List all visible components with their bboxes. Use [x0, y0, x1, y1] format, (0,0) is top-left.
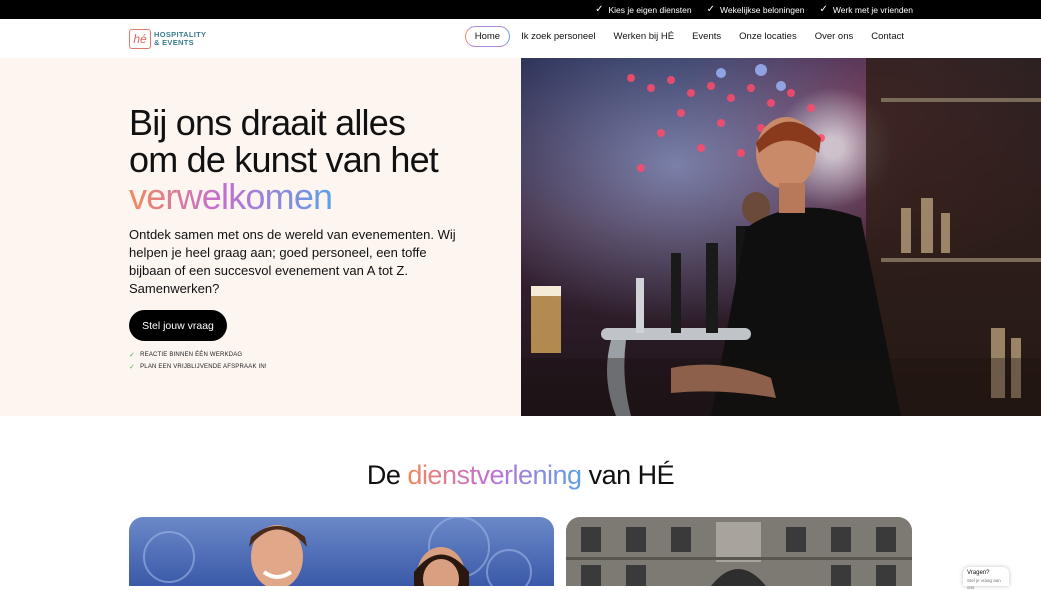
- hero-image-bartender: [521, 58, 1041, 416]
- check-icon: ✓: [819, 3, 828, 15]
- top-usp-bar: ✓ Kies je eigen diensten ✓ Wekelijkse belo…: [0, 0, 1041, 19]
- nav-home[interactable]: Home: [464, 26, 511, 47]
- nav-onze-locaties[interactable]: Onze locaties: [730, 26, 806, 47]
- ask-question-button[interactable]: Stel jouw vraag: [129, 310, 227, 341]
- services-title: De dienstverlening van HÉ: [366, 460, 675, 490]
- check-item: ✓ PLAN EEN VRIJBLIJVENDE AFSPRAAK IN!: [129, 364, 267, 371]
- check-icon: ✓: [129, 364, 136, 371]
- site-header: hé HOSPITALITY & EVENTS Home Ik zoek per…: [0, 19, 1041, 58]
- logo-line2: & EVENTS: [154, 38, 194, 47]
- logo-mark: hé: [129, 29, 151, 49]
- check-icon: ✓: [129, 352, 136, 359]
- service-card-locations[interactable]: [566, 517, 912, 586]
- hero-subtitle: Ontdek samen met ons de wereld van evene…: [129, 227, 456, 296]
- usp-item: ✓ Werk met je vrienden: [819, 3, 913, 15]
- logo[interactable]: hé HOSPITALITY & EVENTS: [129, 27, 206, 51]
- check-icon: ✓: [706, 3, 716, 15]
- nav-werken-bij-he[interactable]: Werken bij HÉ: [605, 26, 684, 47]
- nav-events[interactable]: Events: [683, 26, 730, 47]
- hero-title-highlight: verwelkomen: [129, 176, 333, 217]
- services-title-highlight: dienstverlening: [407, 460, 582, 490]
- main-nav: Home Ik zoek personeel Werken bij HÉ Eve…: [464, 26, 913, 47]
- service-card-staffing[interactable]: [129, 517, 554, 586]
- usp-item: ✓ Kies je eigen diensten: [595, 3, 692, 15]
- nav-over-ons[interactable]: Over ons: [806, 26, 863, 47]
- hero-title: Bij ons draait alles om de kunst van het…: [129, 102, 439, 217]
- hero-checklist: ✓ REACTIE BINNEN ÉÉN WERKDAG ✓ PLAN EEN VR…: [129, 349, 267, 373]
- check-icon: ✓: [595, 3, 604, 15]
- nav-ik-zoek-personeel[interactable]: Ik zoek personeel: [512, 26, 604, 47]
- check-item: ✓ REACTIE BINNEN ÉÉN WERKDAG: [129, 352, 243, 359]
- chat-widget[interactable]: Vragen? Stel je vraag aan ons: [963, 567, 1009, 590]
- usp-item: ✓ Wekelijkse beloningen: [706, 3, 805, 15]
- nav-contact[interactable]: Contact: [862, 26, 913, 47]
